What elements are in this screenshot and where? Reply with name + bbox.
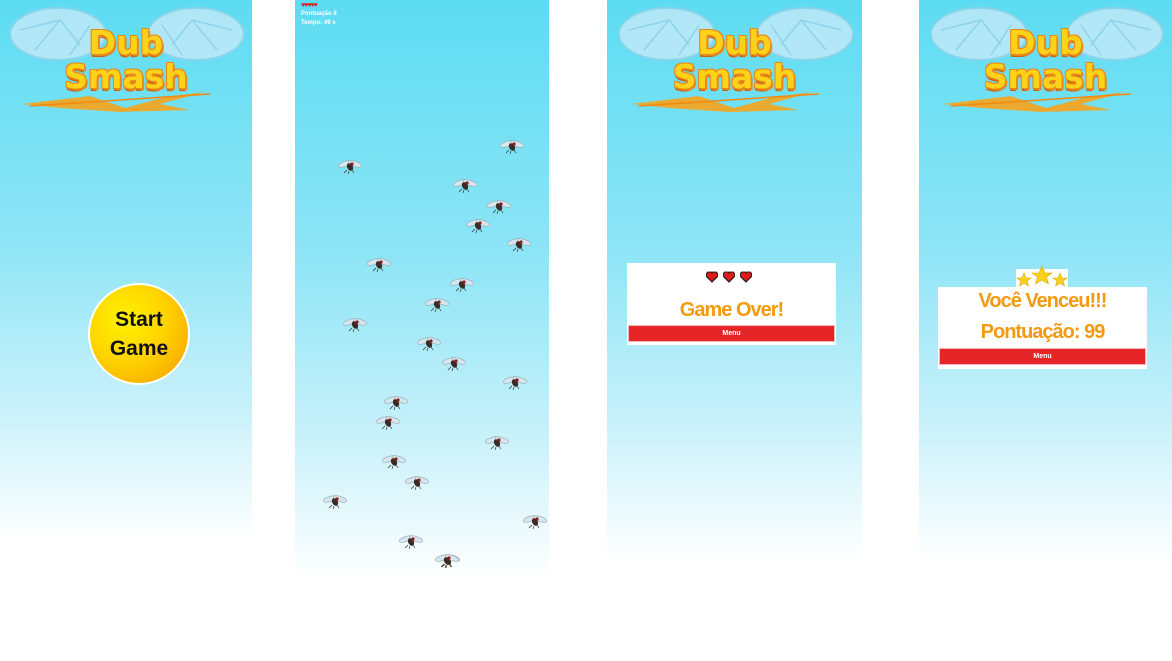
start-screen: Dub Smash Start Game <box>0 0 252 541</box>
fly-target[interactable] <box>452 177 478 194</box>
fly-target[interactable] <box>434 552 460 569</box>
fly-target[interactable] <box>383 394 409 411</box>
logo-title-dub: Dub <box>1008 23 1083 62</box>
win-title: Você Venceu!!! <box>978 290 1108 312</box>
game-over-screen: Dub Smash Game Over! Menu <box>607 0 862 562</box>
heart-icon <box>706 271 718 283</box>
fly-target[interactable] <box>502 374 528 391</box>
game-over-panel: Game Over! Menu <box>627 263 836 345</box>
fly-target[interactable] <box>486 198 512 215</box>
game-hud: ♥♥♥♥♥ Pontuação 8 Tempo: 49 s <box>301 1 337 28</box>
heart-icon <box>740 271 752 283</box>
logo-title-dub: Dub <box>697 23 772 62</box>
pixel-hearts <box>627 268 836 283</box>
menu-button[interactable]: Menu <box>628 325 835 342</box>
fly-target[interactable] <box>342 316 368 333</box>
fly-target[interactable] <box>506 236 532 253</box>
logo-title-dub: Dub <box>88 23 164 62</box>
win-panel: Você Venceu!!! Pontuação: 99 Menu <box>938 265 1147 369</box>
menu-button[interactable]: Menu <box>939 348 1146 365</box>
start-label-line1: Start <box>115 308 163 331</box>
fly-target[interactable] <box>375 414 401 431</box>
fly-target[interactable] <box>322 493 348 510</box>
stars-icon <box>1016 265 1068 289</box>
logo-title-smash: Smash <box>64 57 188 96</box>
dub-smash-logo: Dub Smash <box>0 0 252 124</box>
fly-target[interactable] <box>522 513 548 530</box>
lives-hearts: ♥♥♥♥♥ <box>301 2 318 9</box>
fly-target[interactable] <box>465 217 491 234</box>
score-text: Pontuação 8 <box>301 11 337 17</box>
heart-icon <box>723 271 735 283</box>
logo-title-smash: Smash <box>983 57 1108 96</box>
fly-target[interactable] <box>449 276 475 293</box>
start-game-button[interactable]: Start Game <box>88 283 190 385</box>
fly-target[interactable] <box>398 533 424 550</box>
dub-smash-logo: Dub Smash <box>919 0 1172 124</box>
fly-target[interactable] <box>484 434 510 451</box>
fly-target[interactable] <box>366 256 392 273</box>
start-label-line2: Game <box>109 337 169 360</box>
fly-target[interactable] <box>441 355 467 372</box>
game-screen: ♥♥♥♥♥ Pontuação 8 Tempo: 49 s <box>295 0 549 580</box>
final-score: Pontuação: 99 <box>980 321 1106 343</box>
fly-target[interactable] <box>416 335 442 352</box>
heart-icons <box>706 271 752 283</box>
time-text: Tempo: 49 s <box>301 20 336 26</box>
fly-target[interactable] <box>424 296 450 313</box>
logo-title-smash: Smash <box>672 57 797 96</box>
fly-target[interactable] <box>499 138 525 155</box>
win-screen: Dub Smash Você Venceu!!! Pontuação: 99 M… <box>919 0 1172 562</box>
fly-target[interactable] <box>404 474 430 491</box>
fly-target[interactable] <box>337 158 363 175</box>
fly-target[interactable] <box>381 453 407 470</box>
game-over-title: Game Over! <box>679 299 784 321</box>
dub-smash-logo: Dub Smash <box>607 0 862 124</box>
